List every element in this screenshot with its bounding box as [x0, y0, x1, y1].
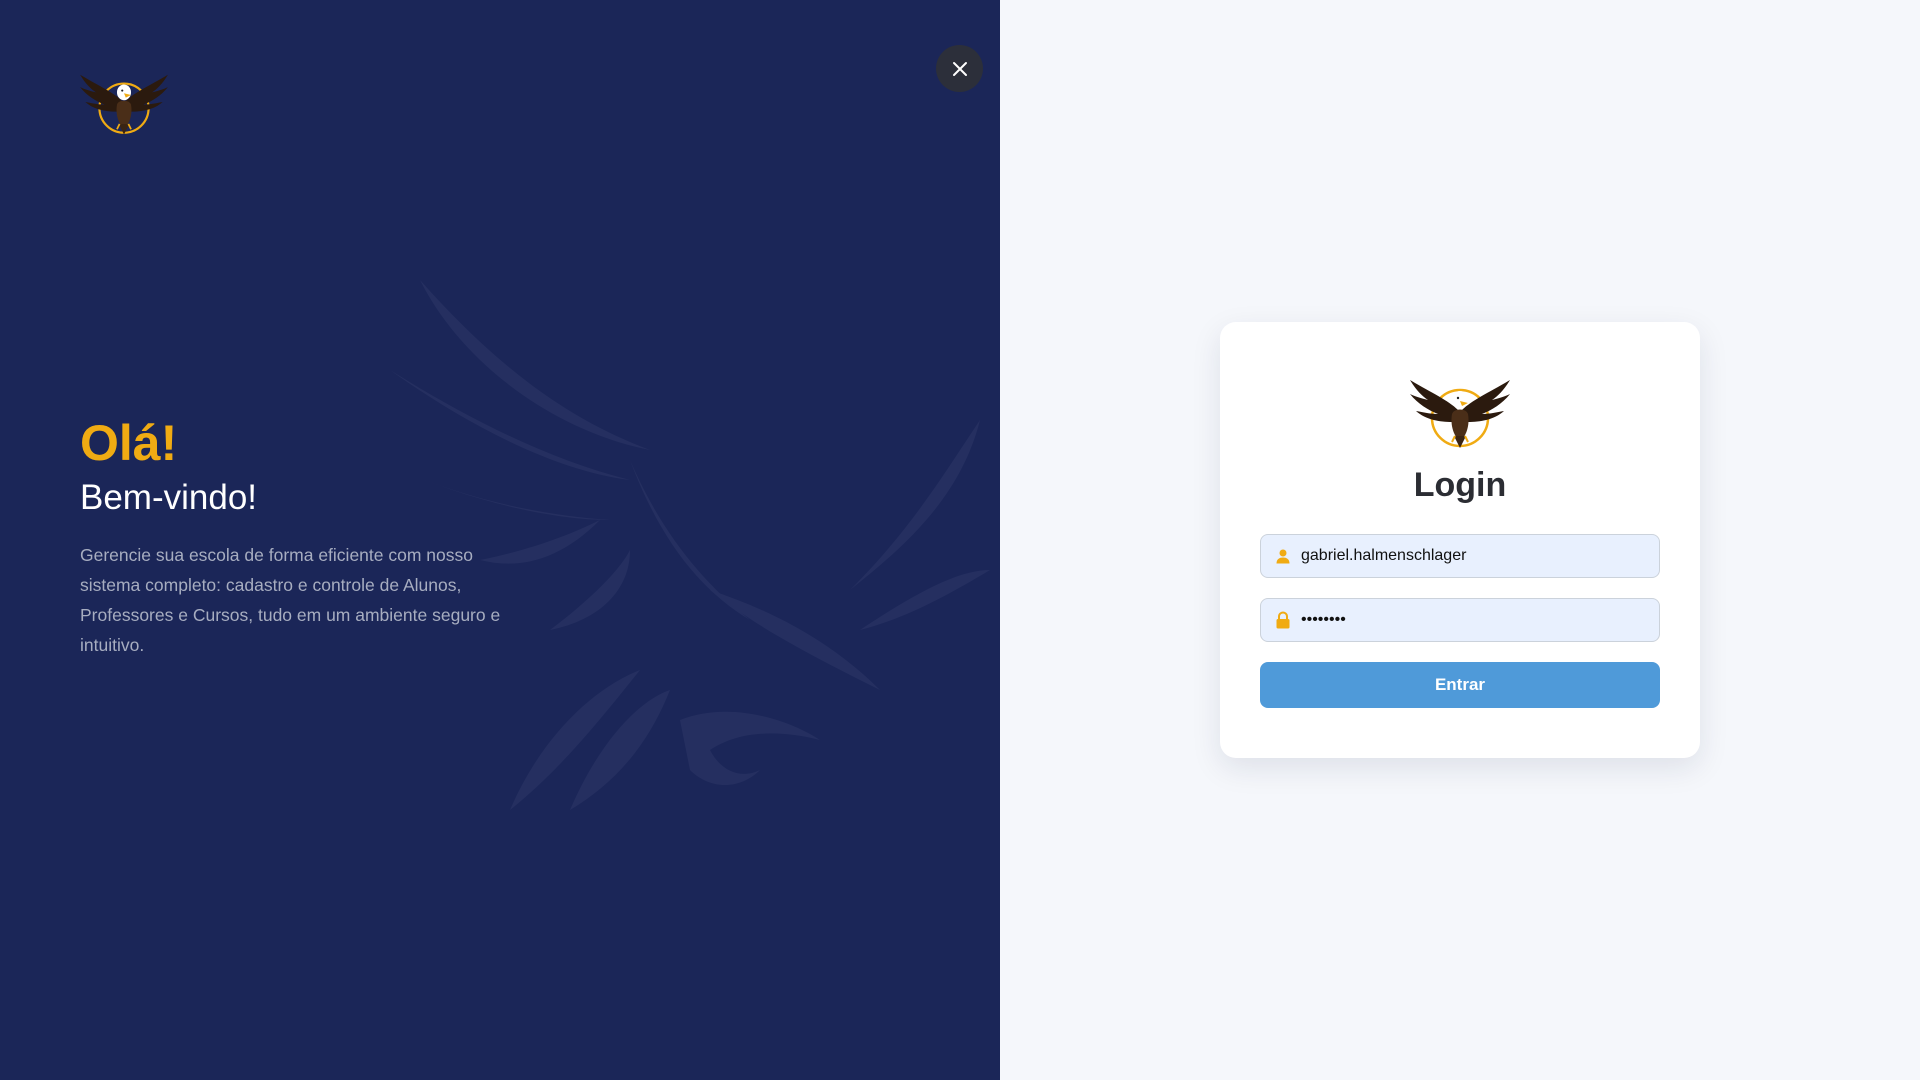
- eagle-emblem-icon: [78, 66, 170, 138]
- username-input[interactable]: [1301, 535, 1659, 577]
- close-icon: [952, 61, 967, 76]
- username-field[interactable]: [1260, 534, 1660, 578]
- hero-section: Olá! Bem-vindo! Gerencie sua escola de f…: [80, 412, 520, 660]
- close-button[interactable]: [936, 45, 983, 92]
- login-card: Login Entrar: [1220, 322, 1700, 758]
- login-title: Login: [1413, 466, 1507, 504]
- welcome-panel: Olá! Bem-vindo! Gerencie sua escola de f…: [0, 0, 1000, 1080]
- eagle-emblem-icon: [1408, 370, 1512, 452]
- lock-icon: [1273, 610, 1293, 630]
- welcome-heading: Bem-vindo!: [80, 478, 258, 517]
- login-button[interactable]: Entrar: [1260, 662, 1660, 708]
- password-input[interactable]: [1301, 599, 1659, 641]
- password-field[interactable]: [1260, 598, 1660, 642]
- greeting-heading: Olá!: [80, 415, 178, 471]
- hero-description: Gerencie sua escola de forma eficiente c…: [80, 545, 501, 655]
- user-icon: [1273, 546, 1293, 566]
